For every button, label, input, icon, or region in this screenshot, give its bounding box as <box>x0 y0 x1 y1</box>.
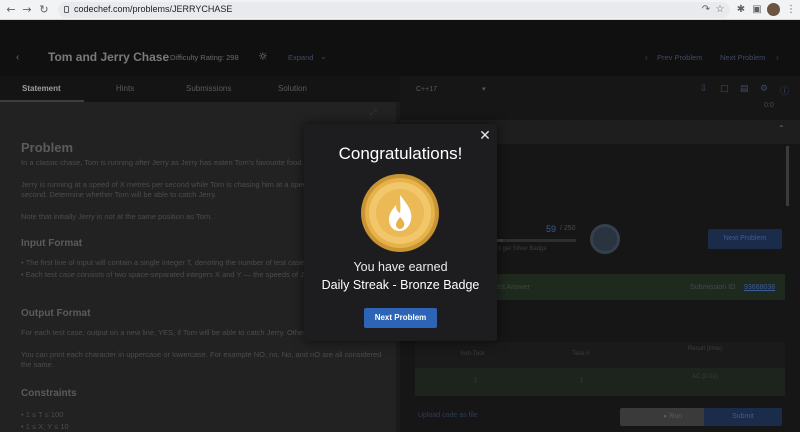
modal-title: Congratulations! <box>338 144 463 163</box>
earned-text: You have earned <box>353 260 448 274</box>
modal-overlay: ✕ Congratulations! You have earned Daily… <box>0 0 800 432</box>
close-icon[interactable]: ✕ <box>478 129 492 143</box>
next-problem-button[interactable]: Next Problem <box>364 308 437 328</box>
bronze-badge-icon <box>361 174 439 252</box>
badge-name: Daily Streak - Bronze Badge <box>321 278 480 292</box>
congratulations-modal: ✕ Congratulations! You have earned Daily… <box>304 124 497 341</box>
